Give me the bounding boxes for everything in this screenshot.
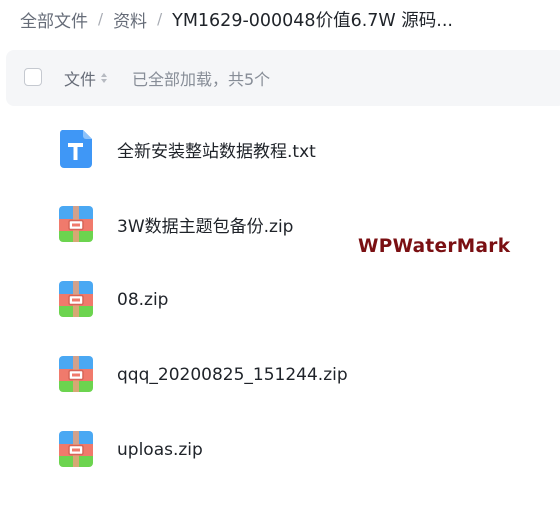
zip-file-icon: [59, 206, 93, 242]
breadcrumb-item-all-files[interactable]: 全部文件: [20, 7, 88, 32]
watermark-text: WPWaterMark: [358, 236, 511, 257]
file-list: 全新安装整站数据教程.txt 3W数据主题包备份.zip 08.zip qqq_…: [0, 112, 560, 487]
txt-file-icon: [59, 130, 92, 168]
file-row[interactable]: 08.zip: [0, 262, 560, 337]
file-name[interactable]: qqq_20200825_151244.zip: [117, 337, 348, 412]
file-row[interactable]: uploas.zip: [0, 412, 560, 487]
column-header-file-label: 文件: [64, 70, 97, 89]
breadcrumb-current-folder: YM1629-000048价值6.7W 源码...: [172, 10, 453, 31]
breadcrumb-separator: /: [157, 10, 163, 28]
file-name[interactable]: 3W数据主题包备份.zip: [117, 187, 293, 262]
column-header-file[interactable]: 文件: [64, 50, 108, 106]
file-list-header: 文件 已全部加载，共5个: [6, 50, 560, 106]
file-browser-page: 全部文件 / 资料 / YM1629-000048价值6.7W 源码... 文件…: [0, 0, 560, 514]
file-name[interactable]: uploas.zip: [117, 412, 203, 487]
file-row[interactable]: 全新安装整站数据教程.txt: [0, 112, 560, 187]
zip-file-icon: [59, 281, 93, 317]
breadcrumb: 全部文件 / 资料 / YM1629-000048价值6.7W 源码...: [20, 6, 453, 32]
sort-icon[interactable]: [101, 73, 108, 83]
zip-file-icon: [59, 431, 93, 467]
breadcrumb-item-materials[interactable]: 资料: [113, 7, 147, 32]
txt-file-corner: [83, 130, 92, 139]
file-name[interactable]: 08.zip: [117, 262, 168, 337]
select-all-checkbox[interactable]: [24, 68, 42, 86]
breadcrumb-separator: /: [98, 10, 104, 28]
load-status-text: 已全部加载，共5个: [132, 70, 271, 89]
file-name[interactable]: 全新安装整站数据教程.txt: [117, 112, 316, 187]
zip-file-icon: [59, 356, 93, 392]
file-row[interactable]: qqq_20200825_151244.zip: [0, 337, 560, 412]
